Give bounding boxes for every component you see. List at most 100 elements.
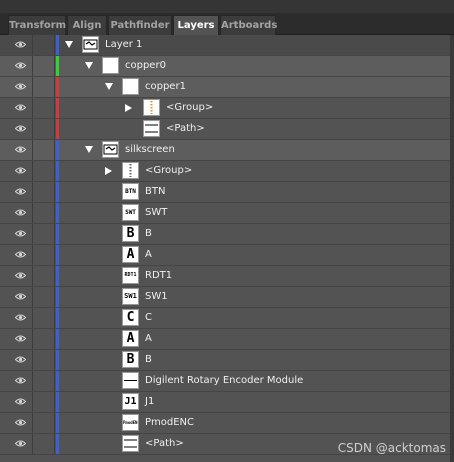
expand-right-icon[interactable]	[105, 167, 112, 175]
layer-row[interactable]: BB	[0, 224, 454, 245]
visibility-toggle[interactable]	[10, 161, 33, 181]
layer-row[interactable]: <Path>	[0, 119, 454, 140]
visibility-toggle[interactable]	[10, 224, 33, 244]
lock-toggle[interactable]	[32, 371, 55, 391]
layer-name[interactable]: <Group>	[166, 98, 213, 118]
layer-name[interactable]: SW1	[145, 287, 168, 307]
expand-down-icon[interactable]	[105, 83, 113, 90]
lock-toggle[interactable]	[32, 287, 55, 307]
layer-name[interactable]: copper1	[145, 77, 186, 97]
eye-icon	[15, 188, 26, 195]
scrollbar[interactable]	[450, 35, 454, 462]
lock-toggle[interactable]	[32, 413, 55, 433]
layer-name[interactable]: silkscreen	[125, 140, 175, 160]
layer-name[interactable]: <Group>	[145, 161, 192, 181]
lock-toggle[interactable]	[32, 35, 55, 55]
visibility-toggle[interactable]	[10, 371, 33, 391]
visibility-toggle[interactable]	[10, 308, 33, 328]
layer-name[interactable]: <Path>	[166, 119, 205, 139]
layer-row[interactable]: Digilent Rotary Encoder Module	[0, 371, 454, 392]
lock-toggle[interactable]	[32, 224, 55, 244]
thumbnail-glyph: B	[126, 352, 135, 367]
visibility-toggle[interactable]	[10, 392, 33, 412]
layer-name[interactable]: SWT	[145, 203, 167, 223]
layer-name[interactable]: B	[145, 350, 152, 370]
layer-name[interactable]: Layer 1	[105, 35, 142, 55]
layer-row[interactable]: SW1 SW1	[0, 287, 454, 308]
expand-down-icon[interactable]	[85, 62, 93, 69]
layer-name[interactable]: PmodENC	[145, 413, 194, 433]
layer-row[interactable]: <Group>	[0, 98, 454, 119]
layer-name[interactable]: Digilent Rotary Encoder Module	[145, 371, 303, 391]
tab-align[interactable]: Align	[67, 15, 107, 35]
lock-toggle[interactable]	[32, 392, 55, 412]
visibility-toggle[interactable]	[10, 245, 33, 265]
visibility-toggle[interactable]	[10, 434, 33, 454]
thumbnail-glyph: C	[126, 310, 135, 325]
lock-toggle[interactable]	[32, 329, 55, 349]
visibility-toggle[interactable]	[10, 203, 33, 223]
path-preview-icon	[145, 124, 158, 133]
layer-row[interactable]: CC	[0, 308, 454, 329]
visibility-toggle[interactable]	[10, 350, 33, 370]
layer-name[interactable]: B	[145, 224, 152, 244]
lock-toggle[interactable]	[32, 77, 55, 97]
lock-toggle[interactable]	[32, 308, 55, 328]
lock-toggle[interactable]	[32, 119, 55, 139]
visibility-toggle[interactable]	[10, 182, 33, 202]
layer-row[interactable]: SWT SWT	[0, 203, 454, 224]
visibility-toggle[interactable]	[10, 266, 33, 286]
layer-row[interactable]: <Group>	[0, 161, 454, 182]
lock-toggle[interactable]	[32, 161, 55, 181]
visibility-toggle[interactable]	[10, 413, 33, 433]
layer-name[interactable]: J1	[145, 392, 154, 412]
visibility-toggle[interactable]	[10, 140, 33, 160]
visibility-toggle[interactable]	[10, 56, 33, 76]
lock-toggle[interactable]	[32, 266, 55, 286]
layer-name[interactable]: C	[145, 308, 152, 328]
layer-row[interactable]: J1 J1	[0, 392, 454, 413]
layer-name[interactable]: <Path>	[145, 434, 184, 454]
layer-name[interactable]: A	[145, 329, 152, 349]
layer-row[interactable]: RDT1 RDT1	[0, 266, 454, 287]
tab-transform[interactable]: Transform	[8, 15, 66, 35]
lock-toggle[interactable]	[32, 56, 55, 76]
layer-thumbnail	[122, 372, 139, 389]
layer-color-bar	[56, 434, 59, 454]
visibility-toggle[interactable]	[10, 35, 33, 55]
layer-row[interactable]: BB	[0, 350, 454, 371]
layers-list: Layer 1 copper0 copper1 <Group> <Path> silksc…	[0, 35, 454, 462]
layer-row[interactable]: PmodENC PmodENC	[0, 413, 454, 434]
layer-row[interactable]: silkscreen	[0, 140, 454, 161]
visibility-toggle[interactable]	[10, 119, 33, 139]
visibility-toggle[interactable]	[10, 329, 33, 349]
layer-row[interactable]: BTN BTN	[0, 182, 454, 203]
layer-row[interactable]: copper1	[0, 77, 454, 98]
tab-pathfinder[interactable]: Pathfinder	[108, 15, 172, 35]
layer-name[interactable]: BTN	[145, 182, 165, 202]
lock-toggle[interactable]	[32, 182, 55, 202]
panel-tab-strip: Transform Align Pathfinder Layers Artboa…	[0, 13, 454, 36]
layer-name[interactable]: RDT1	[145, 266, 172, 286]
layer-row[interactable]: copper0	[0, 56, 454, 77]
expand-down-icon[interactable]	[85, 146, 93, 153]
lock-toggle[interactable]	[32, 434, 55, 454]
tab-artboards[interactable]: Artboards	[220, 15, 277, 35]
visibility-toggle[interactable]	[10, 98, 33, 118]
layer-row[interactable]: Layer 1	[0, 35, 454, 56]
lock-toggle[interactable]	[32, 245, 55, 265]
lock-toggle[interactable]	[32, 140, 55, 160]
tab-layers[interactable]: Layers	[173, 15, 219, 36]
layer-row[interactable]: AA	[0, 245, 454, 266]
layer-thumbnail	[122, 162, 139, 179]
visibility-toggle[interactable]	[10, 77, 33, 97]
layer-name[interactable]: A	[145, 245, 152, 265]
lock-toggle[interactable]	[32, 350, 55, 370]
layer-row[interactable]: AA	[0, 329, 454, 350]
expand-down-icon[interactable]	[65, 41, 73, 48]
expand-right-icon[interactable]	[125, 104, 132, 112]
visibility-toggle[interactable]	[10, 287, 33, 307]
layer-name[interactable]: copper0	[125, 56, 166, 76]
lock-toggle[interactable]	[32, 98, 55, 118]
lock-toggle[interactable]	[32, 203, 55, 223]
